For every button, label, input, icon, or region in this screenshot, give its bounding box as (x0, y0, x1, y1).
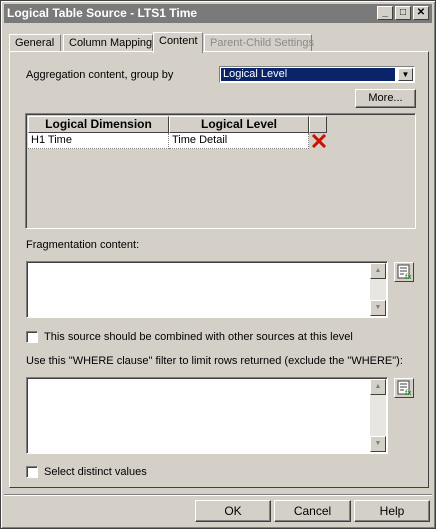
where-clause-label: Use this "WHERE clause" filter to limit … (26, 355, 403, 367)
where-clause-textarea[interactable]: ▲ ▼ (26, 377, 388, 454)
tab-column-mapping[interactable]: Column Mapping (63, 34, 153, 52)
logical-level-table: Logical Dimension Logical Level H1 Time … (25, 113, 416, 229)
column-header-logical-dimension[interactable]: Logical Dimension (28, 116, 169, 133)
footer-divider (4, 494, 432, 496)
expression-builder-icon[interactable]: fx (394, 378, 414, 398)
aggregation-select[interactable]: Logical Level ▼ (219, 66, 415, 83)
dropdown-arrow-icon[interactable]: ▼ (398, 68, 413, 81)
fragmentation-textarea[interactable]: ▲ ▼ (26, 261, 388, 318)
tab-general[interactable]: General (9, 34, 61, 52)
ok-button[interactable]: OK (195, 500, 271, 522)
select-distinct-checkbox[interactable] (26, 466, 38, 478)
fragmentation-label: Fragmentation content: (26, 239, 140, 251)
scroll-down-icon[interactable]: ▼ (370, 300, 386, 316)
title-bar: Logical Table Source - LTS1 Time _ □ ✕ (4, 4, 432, 23)
expression-builder-icon[interactable]: fx (394, 262, 414, 282)
combine-sources-checkbox[interactable] (26, 331, 38, 343)
scroll-up-icon[interactable]: ▲ (370, 263, 386, 279)
help-button[interactable]: Help (354, 500, 430, 522)
combine-sources-label: This source should be combined with othe… (44, 331, 353, 343)
select-distinct-label: Select distinct values (44, 466, 147, 478)
delete-row-icon[interactable] (311, 133, 327, 149)
table-cell-level[interactable]: Time Detail (169, 133, 309, 149)
where-clause-scrollbar[interactable]: ▲ ▼ (370, 379, 386, 452)
window-title: Logical Table Source - LTS1 Time (7, 6, 198, 20)
minimize-button[interactable]: _ (377, 6, 393, 20)
scroll-down-icon[interactable]: ▼ (370, 436, 386, 452)
fragmentation-scrollbar[interactable]: ▲ ▼ (370, 263, 386, 316)
logical-table-source-dialog: Logical Table Source - LTS1 Time _ □ ✕ G… (0, 0, 436, 529)
table-cell-dimension[interactable]: H1 Time (28, 133, 169, 149)
more-button[interactable]: More... (355, 89, 416, 108)
tab-content[interactable]: Content (153, 32, 203, 53)
aggregation-selected-value: Logical Level (221, 68, 395, 81)
column-header-delete (309, 116, 327, 133)
aggregation-label: Aggregation content, group by (26, 69, 174, 81)
cancel-button[interactable]: Cancel (274, 500, 351, 522)
column-header-logical-level[interactable]: Logical Level (169, 116, 309, 133)
close-button[interactable]: ✕ (413, 6, 429, 20)
scroll-up-icon[interactable]: ▲ (370, 379, 386, 395)
svg-text:fx: fx (405, 273, 412, 281)
maximize-button[interactable]: □ (395, 6, 411, 20)
tab-parent-child-settings: Parent-Child Settings (204, 34, 314, 52)
svg-text:fx: fx (405, 389, 412, 397)
